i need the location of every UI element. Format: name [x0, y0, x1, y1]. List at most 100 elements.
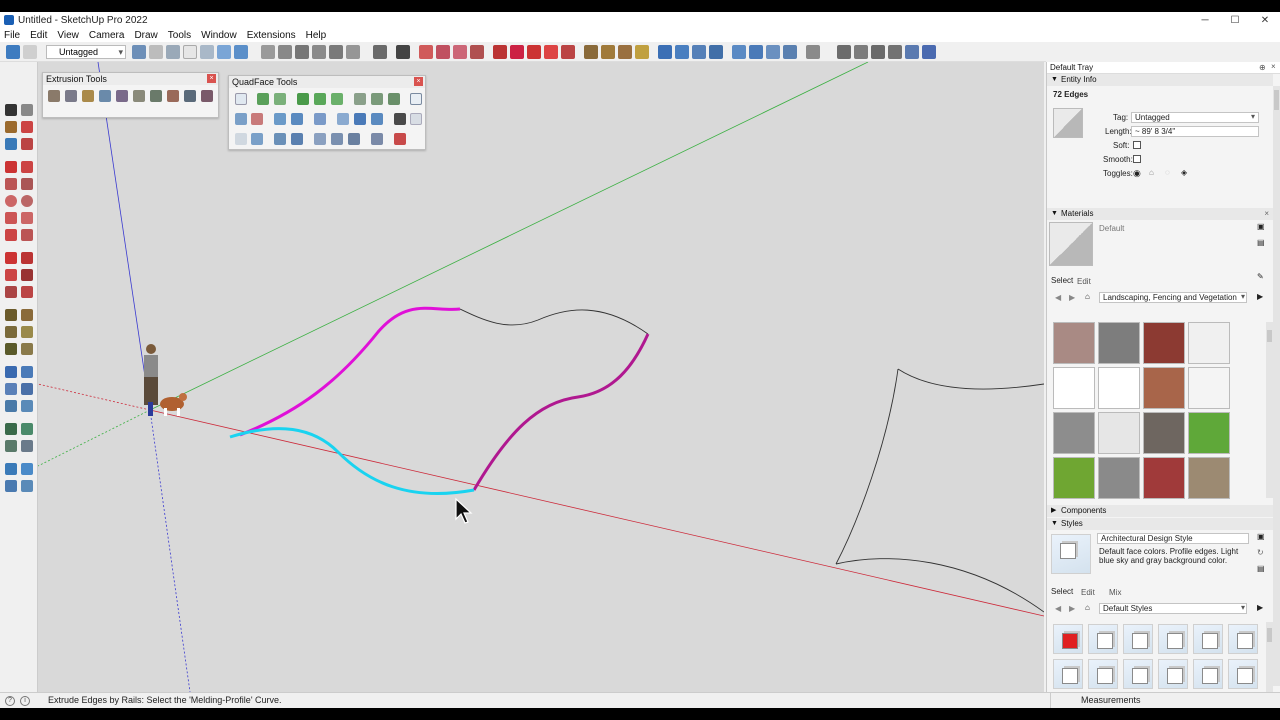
materials-tab-edit[interactable]: Edit — [1077, 277, 1091, 286]
sandbox-from-scratch-icon[interactable] — [21, 463, 33, 475]
qf-select-quads-icon[interactable] — [410, 93, 422, 105]
style-collection-chevron-icon[interactable]: ▾ — [1241, 603, 1245, 612]
walk-icon[interactable] — [5, 440, 17, 452]
text-icon[interactable] — [635, 44, 649, 59]
qf-shrink-icon[interactable] — [274, 93, 286, 105]
extrude-edges-by-rails-to-lattice-icon[interactable] — [167, 90, 179, 102]
qf-smooth-quads-icon[interactable] — [394, 113, 406, 125]
extrude-edges-by-loft-icon[interactable] — [133, 90, 145, 102]
pie-icon[interactable] — [21, 229, 33, 241]
dimension-tool-icon[interactable] — [21, 309, 33, 321]
material-swatch[interactable] — [1053, 412, 1095, 454]
scale-icon[interactable] — [544, 44, 558, 59]
position-camera-icon[interactable] — [5, 423, 17, 435]
tag-dropdown-chevron-icon[interactable]: ▾ — [1251, 112, 1255, 121]
zoom-extents-icon[interactable] — [709, 44, 723, 59]
styles-tab-select[interactable]: Select — [1051, 587, 1073, 596]
scale-tool-icon[interactable] — [5, 286, 17, 298]
iso-view-icon[interactable] — [261, 44, 275, 59]
material-swatch[interactable] — [1143, 367, 1185, 409]
material-swatch[interactable] — [1053, 322, 1095, 364]
material-swatch[interactable] — [1143, 457, 1185, 499]
back-edges-icon[interactable] — [149, 44, 163, 59]
styles-back-arrow-icon[interactable]: ◀ — [1055, 604, 1061, 613]
tray-close-button[interactable]: × — [1271, 62, 1276, 71]
3d-text-icon[interactable] — [21, 343, 33, 355]
zoom-window-icon[interactable] — [21, 383, 33, 395]
qf-grow-icon[interactable] — [257, 93, 269, 105]
section-display-icon[interactable] — [854, 44, 868, 59]
scenes-icon[interactable] — [905, 44, 919, 59]
qf-unwrap-icon[interactable] — [314, 133, 326, 145]
qf-flatten-icon[interactable] — [314, 113, 326, 125]
model-canvas[interactable] — [38, 62, 1044, 692]
qf-offset-loop-icon[interactable] — [337, 113, 349, 125]
eye-icon[interactable]: ◉ — [1133, 168, 1141, 179]
eraser-icon[interactable] — [23, 44, 37, 59]
qf-build-ends-icon[interactable] — [291, 113, 303, 125]
extrude-edges-by-edges-icon[interactable] — [99, 90, 111, 102]
style-collection-select[interactable]: Default Styles — [1099, 603, 1247, 614]
styles-tab-edit[interactable]: Edit — [1081, 588, 1095, 597]
hidden-line-icon[interactable] — [183, 44, 197, 59]
stamp-icon[interactable] — [21, 480, 33, 492]
material-swatch[interactable] — [1098, 367, 1140, 409]
extrude-edges-by-face-icon[interactable] — [65, 90, 77, 102]
warehouse-icon[interactable] — [732, 44, 746, 59]
left-view-icon[interactable] — [346, 44, 360, 59]
materials-scrollbar[interactable] — [1266, 322, 1273, 498]
extrude-edges-by-vector-icon[interactable] — [82, 90, 94, 102]
minimize-button[interactable]: ─ — [1190, 12, 1220, 28]
text-tool-icon[interactable] — [21, 326, 33, 338]
extrude-edges-by-rails-by-face-icon[interactable] — [184, 90, 196, 102]
qf-uv-paste-icon[interactable] — [291, 133, 303, 145]
rotate-tool-icon[interactable] — [5, 269, 17, 281]
orbit-tool-icon[interactable] — [5, 366, 17, 378]
material-swatch[interactable] — [1053, 457, 1095, 499]
soft-checkbox[interactable] — [1133, 141, 1141, 149]
pan-tool-icon[interactable] — [21, 366, 33, 378]
eraser-red-icon[interactable] — [21, 121, 33, 133]
look-around-icon[interactable] — [21, 423, 33, 435]
tape-measure-icon[interactable] — [584, 44, 598, 59]
materials-tab-select[interactable]: Select — [1051, 276, 1073, 285]
layout-icon[interactable] — [766, 44, 780, 59]
paint-bucket-icon[interactable] — [5, 121, 17, 133]
axes-tool-icon[interactable] — [5, 343, 17, 355]
zoom-tool-icon[interactable] — [5, 383, 17, 395]
styles-details-arrow-icon[interactable]: ▶ — [1257, 603, 1263, 612]
smooth-checkbox[interactable] — [1133, 155, 1141, 163]
geolocation-status-icon[interactable]: ? — [5, 695, 15, 706]
right-view-icon[interactable] — [312, 44, 326, 59]
style-thumbnail[interactable] — [1193, 659, 1223, 689]
menu-draw[interactable]: Draw — [134, 30, 157, 41]
qf-grow-ring-icon[interactable] — [388, 93, 400, 105]
display-secondary-style-pane-icon[interactable]: ▤ — [1257, 564, 1265, 573]
maximize-button[interactable]: ☐ — [1220, 12, 1250, 28]
menu-tools[interactable]: Tools — [168, 30, 191, 41]
current-material-swatch[interactable] — [1049, 222, 1093, 266]
qf-remove-triangulation-icon[interactable] — [371, 113, 383, 125]
rectangle-tool-icon[interactable] — [5, 178, 17, 190]
qf-map-icon[interactable] — [331, 133, 343, 145]
materials-scroll-thumb[interactable] — [1267, 330, 1272, 342]
qf-triangulate-icon[interactable] — [354, 113, 366, 125]
tray-scrollbar[interactable] — [1273, 86, 1280, 686]
lock-icon[interactable]: ⌂ — [1149, 168, 1154, 177]
style-thumbnail[interactable] — [1193, 624, 1223, 654]
menu-file[interactable]: File — [4, 30, 20, 41]
protractor-icon[interactable] — [618, 44, 632, 59]
back-arrow-icon[interactable]: ◀ — [1055, 293, 1061, 302]
materials-close-icon[interactable]: × — [1264, 208, 1269, 220]
current-style-thumbnail[interactable] — [1051, 534, 1091, 574]
style-thumbnail[interactable] — [1158, 659, 1188, 689]
sample-paint-icon[interactable]: ✎ — [1257, 272, 1264, 281]
arc-tool-icon[interactable] — [5, 212, 17, 224]
select-arrow-icon[interactable] — [396, 44, 410, 59]
material-swatch[interactable] — [1143, 412, 1185, 454]
push-pull-tool-icon[interactable] — [21, 252, 33, 264]
extrude-edges-by-rails-icon[interactable] — [48, 90, 60, 102]
styles-forward-arrow-icon[interactable]: ▶ — [1069, 604, 1075, 613]
circle-icon[interactable] — [5, 195, 17, 207]
menu-extensions[interactable]: Extensions — [247, 30, 296, 41]
